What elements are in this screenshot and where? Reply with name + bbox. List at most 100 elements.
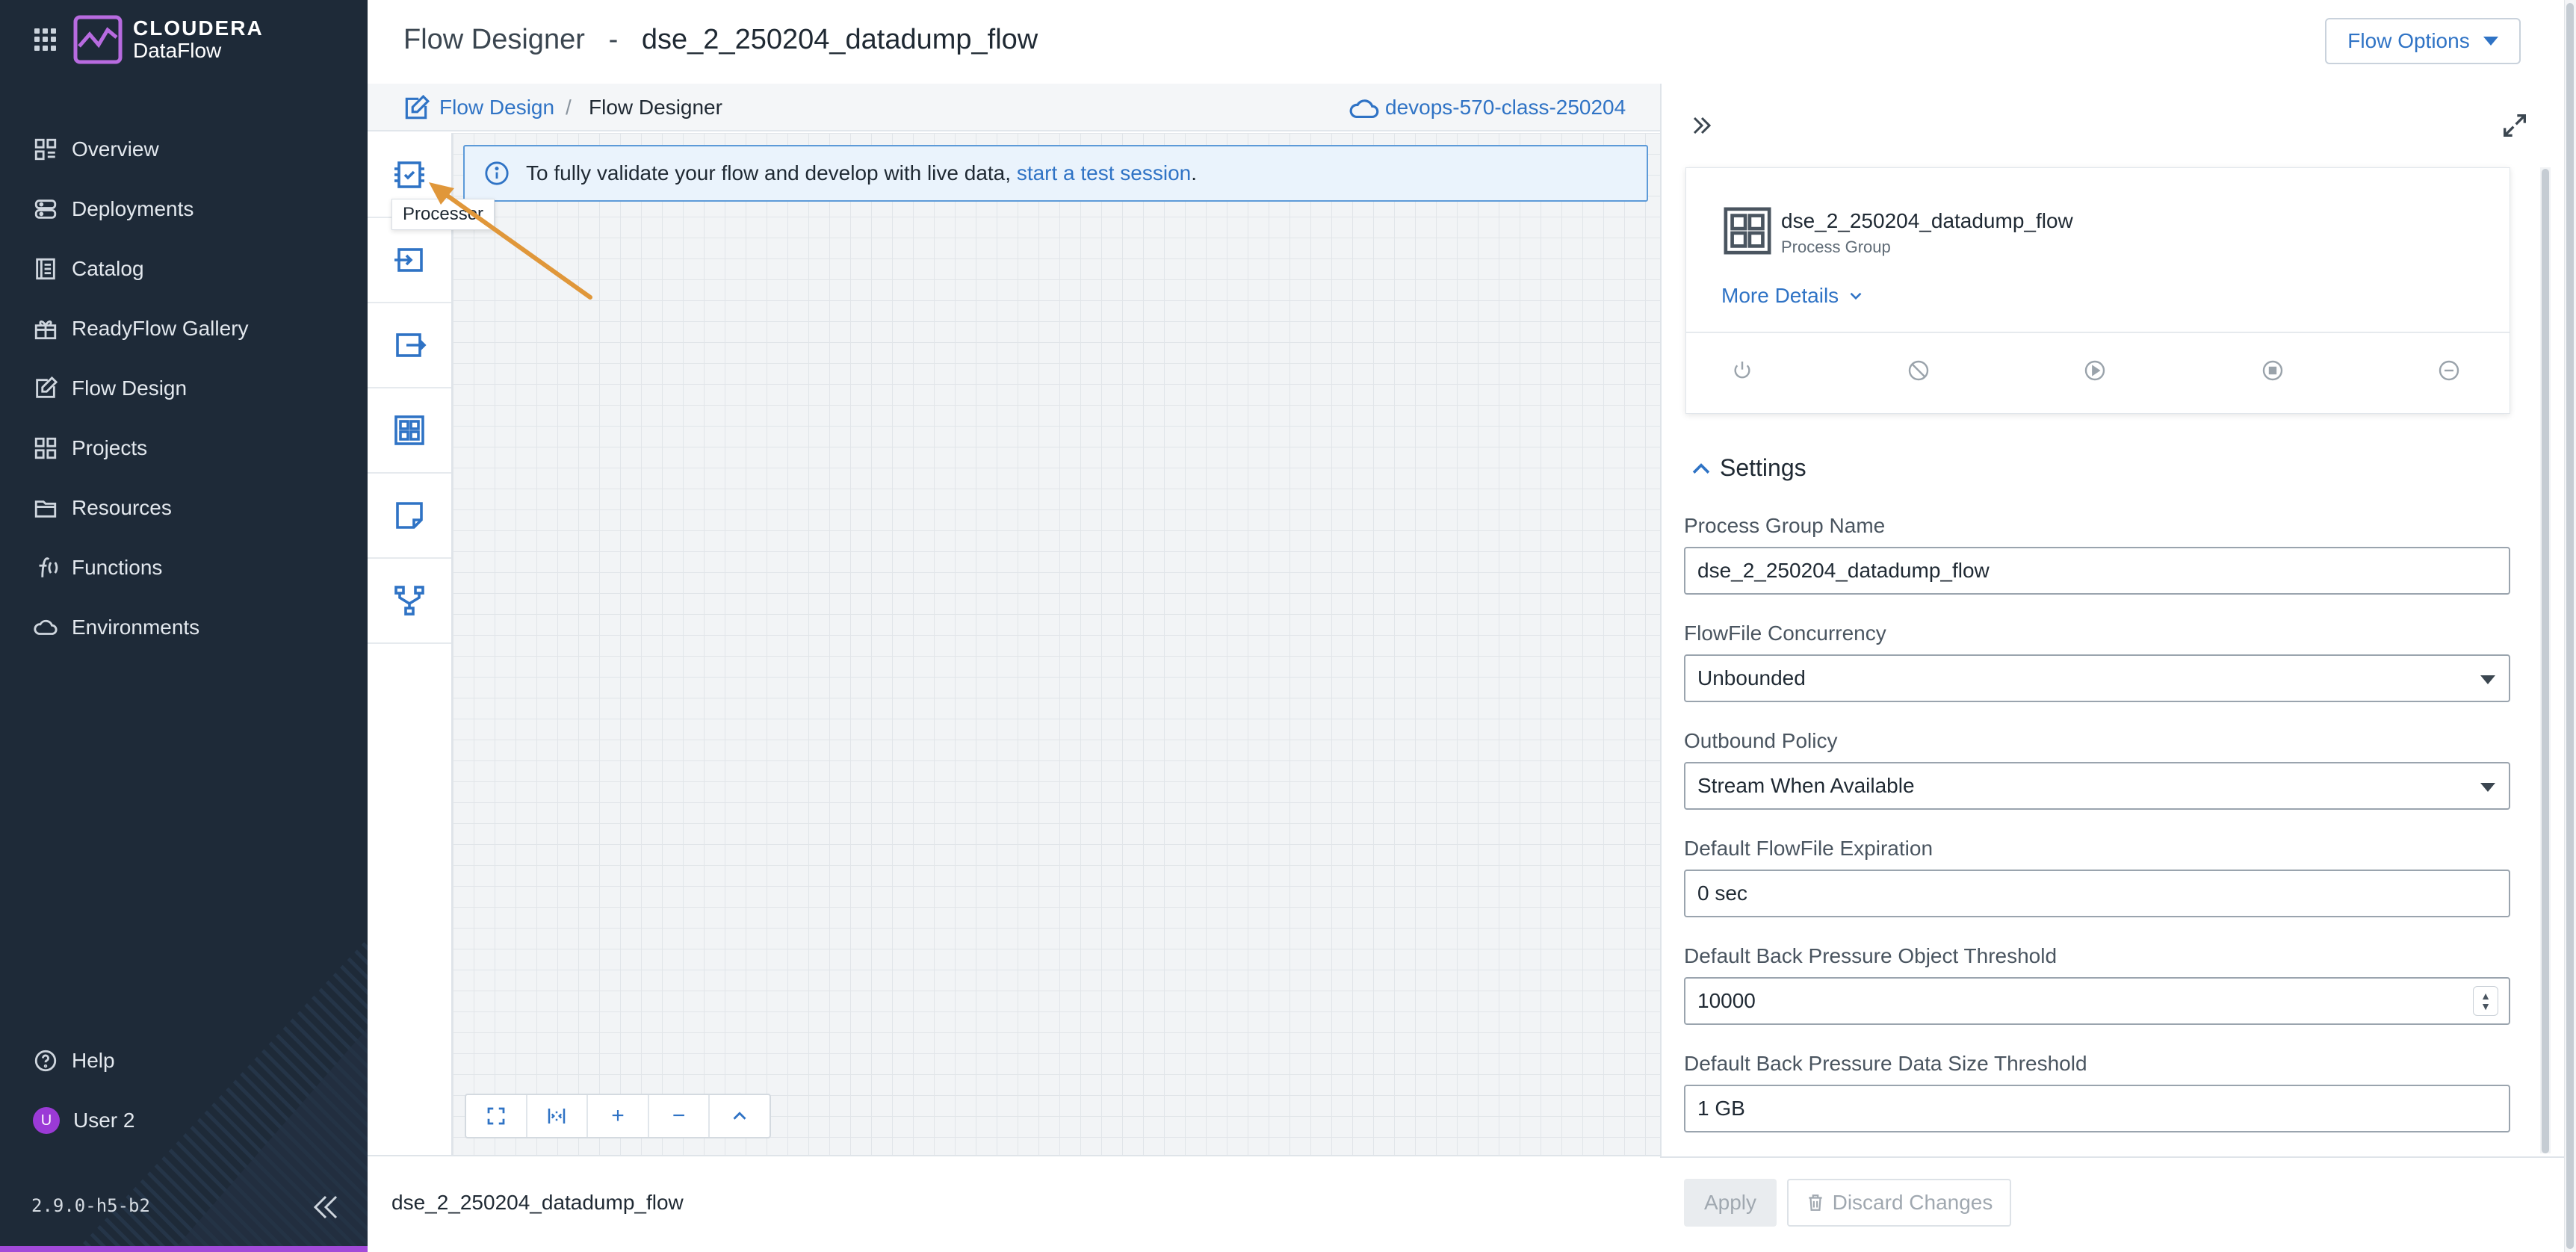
pg-name-label: Process Group Name <box>1684 514 1886 537</box>
sidebar-item-label: Functions <box>72 556 163 579</box>
caret-down-icon <box>2480 783 2495 792</box>
stop-button[interactable] <box>2261 359 2288 385</box>
user-name: User 2 <box>73 1109 135 1132</box>
deployments-icon <box>34 199 57 219</box>
sidebar-item-label: Deployments <box>72 197 194 220</box>
terminate-button[interactable] <box>2437 359 2464 385</box>
cloud-icon <box>34 619 58 635</box>
bp-object-value: 10000 <box>1697 989 1756 1012</box>
edit-icon <box>36 376 58 398</box>
label-tool[interactable] <box>368 474 451 559</box>
discard-changes-button[interactable]: Discard Changes <box>1787 1179 2011 1227</box>
test-session-banner: To fully validate your flow and develop … <box>463 145 1648 202</box>
avatar: U <box>33 1107 60 1134</box>
minus-circle-icon <box>2439 360 2459 381</box>
sidebar-item-catalog[interactable]: Catalog <box>0 243 368 295</box>
brand-name: CLOUDERA <box>133 16 264 40</box>
card-divider <box>1686 332 2510 333</box>
start-test-session-link[interactable]: start a test session <box>1017 161 1191 185</box>
outbound-policy-value: Stream When Available <box>1697 774 1915 797</box>
bp-size-label: Default Back Pressure Data Size Threshol… <box>1684 1052 2087 1075</box>
output-port-tool[interactable] <box>368 303 451 388</box>
cloud-icon <box>1349 99 1379 119</box>
flow-name-title: dse_2_250204_datadump_flow <box>641 24 1038 55</box>
edit-icon <box>405 94 430 120</box>
output-port-icon <box>396 333 427 357</box>
sidebar-item-overview[interactable]: Overview <box>0 123 368 176</box>
bp-size-value: 1 GB <box>1697 1097 1745 1120</box>
outbound-policy-select[interactable]: Stream When Available <box>1684 762 2510 810</box>
expiration-input[interactable]: 0 sec <box>1684 870 2510 917</box>
sidebar-item-environments[interactable]: Environments <box>0 601 368 654</box>
sidebar-item-resources[interactable]: Resources <box>0 482 368 534</box>
grid-icon <box>34 437 57 459</box>
sidebar-item-label: Environments <box>72 616 200 639</box>
catalog-icon <box>36 258 55 280</box>
sidebar-item-deployments[interactable]: Deployments <box>0 183 368 235</box>
zoom-controls: + − <box>465 1094 771 1138</box>
start-button[interactable] <box>2083 359 2110 385</box>
flow-options-label: Flow Options <box>2347 29 2470 52</box>
actual-size-button[interactable] <box>527 1095 589 1137</box>
process-group-name: dse_2_250204_datadump_flow <box>1781 209 2073 232</box>
apply-button[interactable]: Apply <box>1684 1179 1777 1227</box>
product-name: DataFlow <box>133 39 222 62</box>
collapse-sidebar-icon[interactable] <box>308 1191 345 1224</box>
sidebar-item-functions[interactable]: Functions <box>0 542 368 594</box>
fit-screen-button[interactable] <box>466 1095 527 1137</box>
gift-icon <box>34 320 57 340</box>
play-icon <box>2084 360 2105 381</box>
process-group-icon <box>1724 207 1771 255</box>
enable-button[interactable] <box>1730 359 1757 385</box>
page-title-label: Flow Designer <box>403 24 585 55</box>
flow-options-button[interactable]: Flow Options <box>2325 18 2521 64</box>
bp-size-input[interactable]: 1 GB <box>1684 1085 2510 1132</box>
concurrency-value: Unbounded <box>1697 666 1806 689</box>
sidebar-item-label: Resources <box>72 496 172 519</box>
banner-end: . <box>1191 161 1198 185</box>
chevron-down-icon <box>1850 292 1862 300</box>
more-details-toggle[interactable]: More Details <box>1721 284 1866 308</box>
chevron-up-icon <box>1692 462 1710 474</box>
caret-down-icon <box>2480 675 2495 684</box>
disable-button[interactable] <box>1907 359 1933 385</box>
zoom-out-button[interactable]: − <box>649 1095 710 1137</box>
sidebar-item-readyflow-gallery[interactable]: ReadyFlow Gallery <box>0 303 368 355</box>
pg-name-input[interactable]: dse_2_250204_datadump_flow <box>1684 547 2510 595</box>
sidebar-item-label: Flow Design <box>72 376 188 400</box>
environment-link[interactable]: devops-570-class-250204 <box>1385 96 1626 120</box>
breadcrumb-flow-design-link[interactable]: Flow Design <box>439 96 554 120</box>
process-group-type: Process Group <box>1781 238 1891 256</box>
number-stepper[interactable]: ▲ ▼ <box>2473 986 2498 1016</box>
sidebar-item-label: ReadyFlow Gallery <box>72 317 249 340</box>
collapse-panel-icon[interactable] <box>1685 111 1718 140</box>
page-scroll-thumb[interactable] <box>2566 3 2574 1249</box>
bp-object-label: Default Back Pressure Object Threshold <box>1684 944 2058 967</box>
funnel-tool[interactable] <box>368 559 451 644</box>
outbound-policy-label: Outbound Policy <box>1684 729 1838 752</box>
annotation-arrow <box>429 182 592 300</box>
sidebar-item-flow-design[interactable]: Flow Design <box>0 362 368 415</box>
flow-canvas[interactable] <box>453 133 1660 1155</box>
zoom-in-button[interactable]: + <box>588 1095 649 1137</box>
user-menu[interactable]: U User 2 <box>0 1094 368 1147</box>
version-label: 2.9.0-h5-b2 <box>31 1195 150 1216</box>
dataflow-logo-icon <box>73 15 123 64</box>
page-title: Flow Designer - dse_2_250204_datadump_fl… <box>403 24 1038 56</box>
concurrency-select[interactable]: Unbounded <box>1684 654 2510 702</box>
panel-scroll-thumb[interactable] <box>2542 169 2549 1153</box>
expand-panel-icon[interactable] <box>2500 111 2530 140</box>
bp-object-input[interactable]: 10000 ▲ ▼ <box>1684 977 2510 1025</box>
sidebar-item-projects[interactable]: Projects <box>0 422 368 474</box>
sidebar-item-help[interactable]: Help <box>0 1035 368 1087</box>
app-switcher-icon[interactable] <box>34 28 57 51</box>
process-group-tool[interactable] <box>368 388 451 474</box>
power-icon <box>1734 362 1750 379</box>
sidebar-item-label: Projects <box>72 436 148 459</box>
collapse-up-button[interactable] <box>710 1095 770 1137</box>
stop-icon <box>2262 360 2283 381</box>
help-label: Help <box>72 1049 115 1072</box>
fit-icon <box>487 1107 505 1125</box>
function-icon <box>39 557 58 577</box>
settings-section-toggle[interactable]: Settings <box>1688 454 1806 482</box>
